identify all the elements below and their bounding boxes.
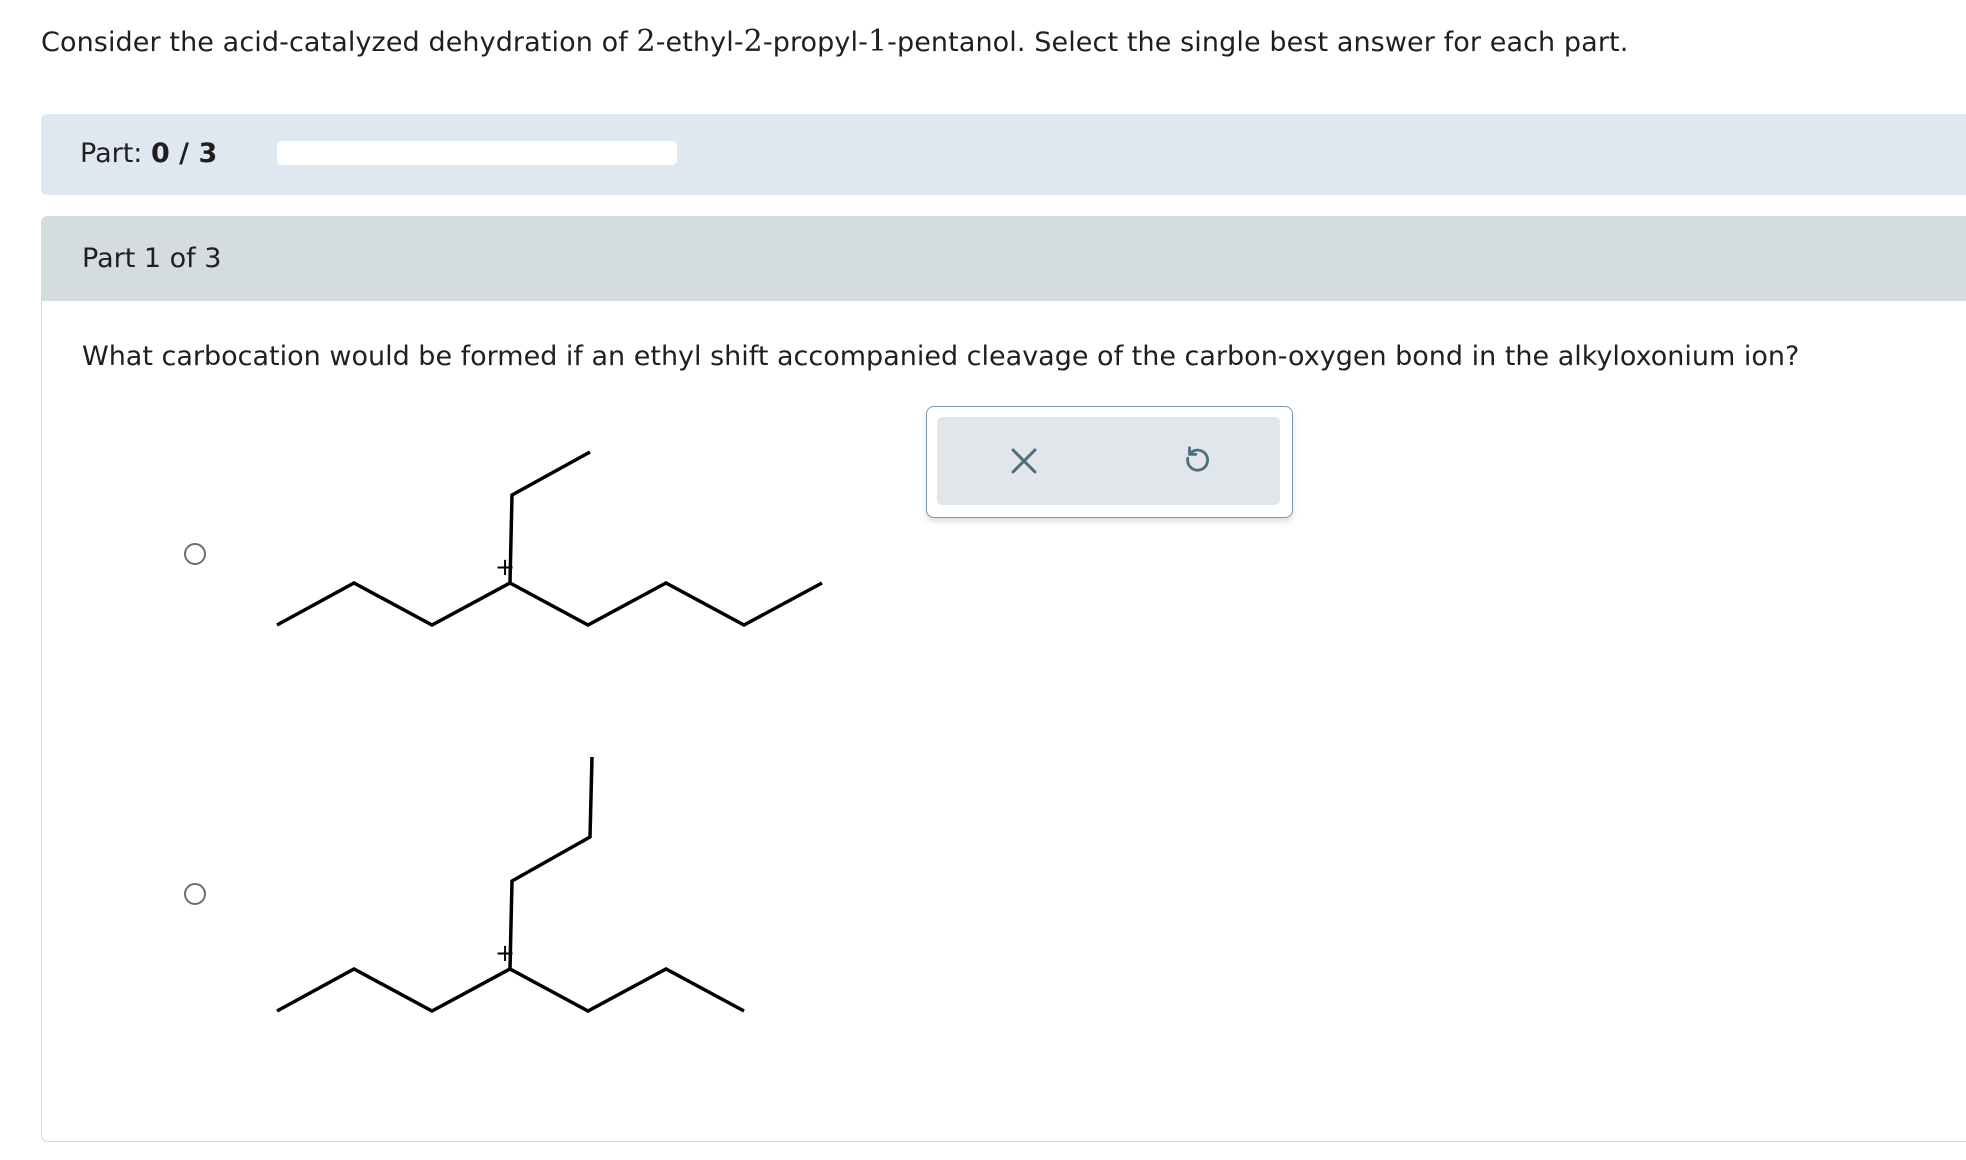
locant-number: 2 bbox=[743, 24, 763, 59]
reset-answer-button[interactable] bbox=[1168, 433, 1224, 489]
answer-option-2-structure[interactable]: + bbox=[262, 757, 882, 1047]
problem-text: -propyl- bbox=[762, 27, 868, 58]
answer-option-1-structure[interactable]: + bbox=[262, 447, 882, 657]
part-progress-bar: Part: 0 / 3 bbox=[41, 114, 1966, 195]
part-progress-label: Part: 0 / 3 bbox=[80, 138, 218, 169]
carbocation-charge: + bbox=[495, 553, 515, 581]
problem-text: Consider the acid-catalyzed dehydration … bbox=[41, 27, 637, 58]
part-title: Part 1 of 3 bbox=[82, 243, 222, 274]
part-progress-value: 0 / 3 bbox=[151, 138, 218, 169]
ethyl-branch bbox=[508, 450, 591, 584]
part-card: Part 1 of 3 What carbocation would be fo… bbox=[41, 216, 1966, 1142]
carbon-chain bbox=[276, 581, 823, 627]
locant-number: 1 bbox=[867, 24, 888, 59]
answer-tool-panel bbox=[926, 406, 1293, 518]
undo-icon bbox=[1186, 446, 1209, 472]
answer-option-2-radio[interactable] bbox=[184, 883, 206, 905]
question-text: What carbocation would be formed if an e… bbox=[82, 341, 1800, 372]
problem-statement: Consider the acid-catalyzed dehydration … bbox=[41, 22, 1628, 63]
progress-track bbox=[277, 141, 677, 165]
carbon-chain bbox=[276, 967, 745, 1013]
propyl-branch bbox=[508, 757, 594, 970]
answer-option-1-radio[interactable] bbox=[184, 543, 206, 565]
problem-text: -ethyl- bbox=[655, 27, 744, 58]
clear-answer-button[interactable] bbox=[996, 433, 1052, 489]
locant-number: 2 bbox=[636, 24, 656, 59]
carbocation-charge: + bbox=[495, 939, 515, 967]
tool-panel-inner bbox=[937, 417, 1280, 505]
problem-text: -pentanol. Select the single best answer… bbox=[887, 27, 1629, 58]
part-header: Part 1 of 3 bbox=[42, 217, 1966, 301]
x-icon bbox=[1011, 448, 1037, 474]
